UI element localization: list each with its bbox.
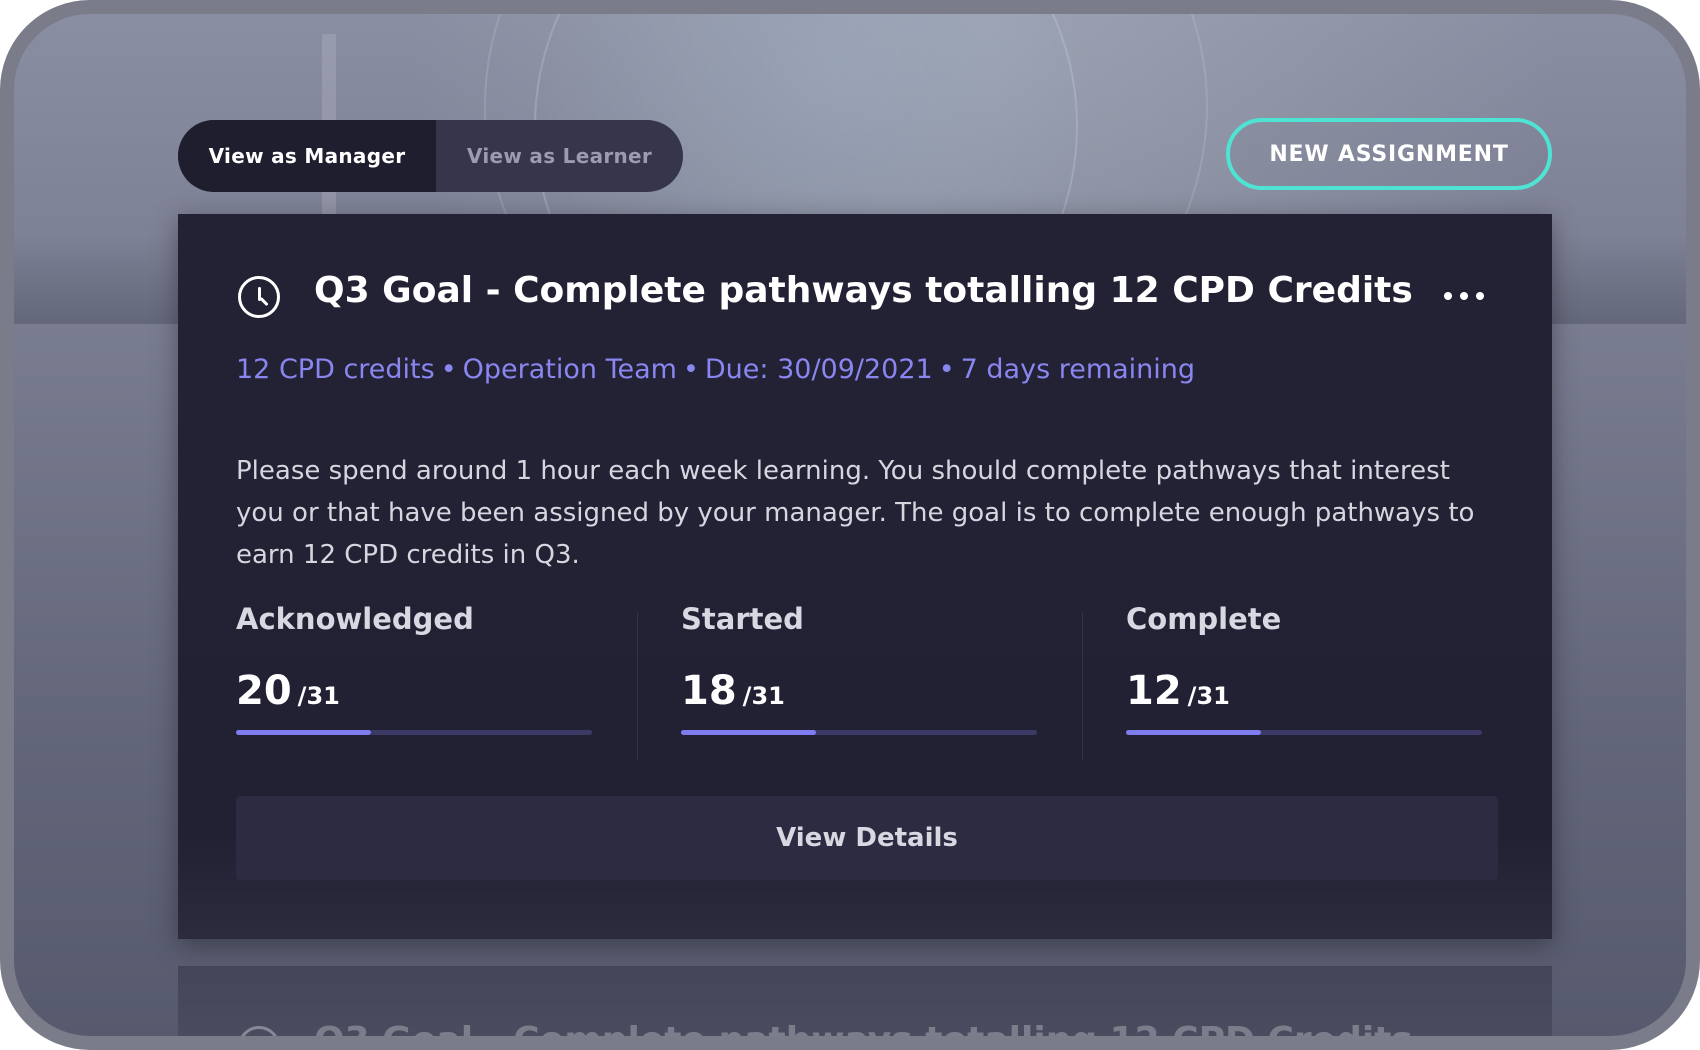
clock-icon	[238, 1026, 280, 1036]
view-toggle: View as Manager View as Learner	[178, 120, 683, 192]
meta-team: Operation Team	[462, 354, 677, 385]
stat-value: 12/31	[1126, 668, 1230, 714]
goal-card: Q3 Goal - Complete pathways totalling 12…	[178, 214, 1552, 939]
next-goal-card: Q3 Goal - Complete pathways totalling 12…	[178, 966, 1552, 1050]
stat-count: 20	[236, 668, 292, 714]
progress-bar	[236, 730, 592, 735]
meta-due-date: Due: 30/09/2021	[704, 354, 933, 385]
stat-started: Started 18/31	[681, 602, 1037, 752]
goal-meta: 12 CPD credits • Operation Team • Due: 30/09…	[236, 354, 1195, 385]
goal-title: Q3 Goal - Complete pathways totalling 12…	[314, 270, 1413, 311]
stat-label: Acknowledged	[236, 602, 474, 636]
progress-bar	[1126, 730, 1482, 735]
clock-icon	[238, 276, 280, 318]
stat-total: /31	[1187, 682, 1230, 710]
stat-total: /31	[742, 682, 785, 710]
view-details-button[interactable]: View Details	[236, 796, 1498, 880]
stat-divider	[637, 612, 638, 760]
progress-bar	[681, 730, 1037, 735]
progress-bar-fill	[1126, 730, 1262, 735]
stat-divider	[1082, 612, 1083, 760]
view-as-learner-button[interactable]: View as Learner	[436, 120, 683, 192]
stat-label: Complete	[1126, 602, 1282, 636]
stat-total: /31	[297, 682, 340, 710]
app-frame: View as Manager View as Learner NEW ASSI…	[0, 0, 1700, 1050]
stat-complete: Complete 12/31	[1126, 602, 1482, 752]
view-as-manager-button[interactable]: View as Manager	[178, 120, 436, 192]
new-assignment-button[interactable]: NEW ASSIGNMENT	[1226, 118, 1552, 190]
goal-description: Please spend around 1 hour each week lea…	[236, 456, 1475, 570]
more-options-icon[interactable]	[1444, 286, 1484, 306]
meta-separator: •	[938, 354, 955, 385]
stat-acknowledged: Acknowledged 20/31	[236, 602, 592, 752]
progress-bar-fill	[681, 730, 817, 735]
meta-separator: •	[440, 354, 457, 385]
stat-label: Started	[681, 602, 804, 636]
meta-separator: •	[682, 354, 699, 385]
next-goal-title: Q3 Goal - Complete pathways totalling 12…	[314, 1020, 1413, 1050]
stat-count: 12	[1126, 668, 1182, 714]
stat-count: 18	[681, 668, 737, 714]
stat-value: 18/31	[681, 668, 785, 714]
meta-credits: 12 CPD credits	[236, 354, 435, 385]
progress-bar-fill	[236, 730, 372, 735]
meta-days-remaining: 7 days remaining	[960, 354, 1196, 385]
stat-value: 20/31	[236, 668, 340, 714]
